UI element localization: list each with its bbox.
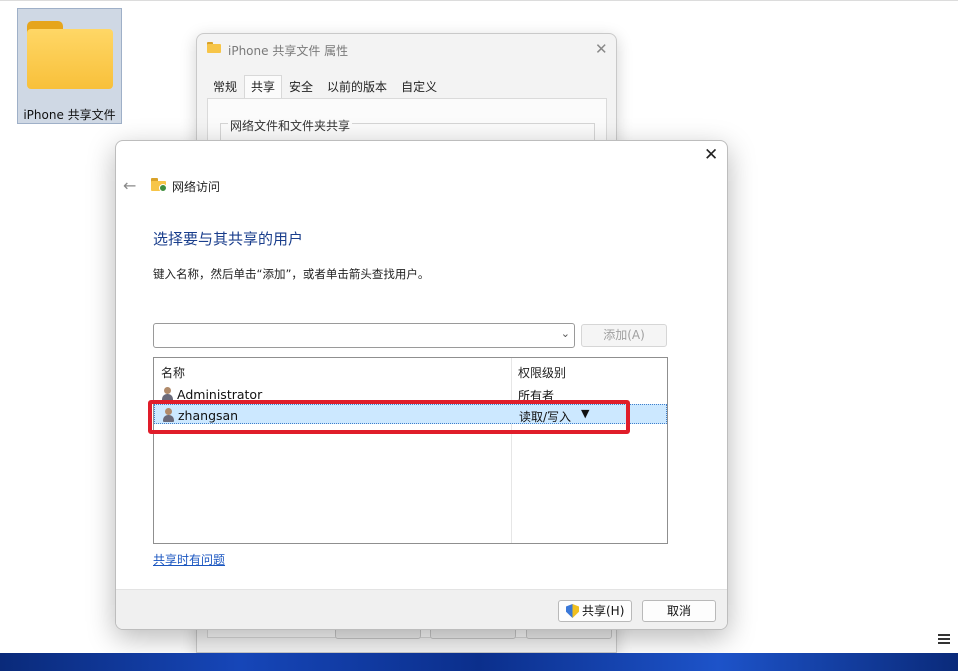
back-arrow-icon[interactable]: ← — [123, 176, 136, 195]
table-row-selected[interactable]: zhangsan 读取/写入 ▼ — [154, 404, 667, 424]
taskbar — [0, 653, 958, 671]
column-header-permission[interactable]: 权限级别 — [518, 364, 566, 381]
dialog-title: 网络访问 — [172, 180, 221, 194]
desktop-folder-icon[interactable]: iPhone 共享文件 — [17, 8, 122, 124]
instruction-text: 键入名称，然后单击“添加”，或者单击箭头查找用户。 — [153, 267, 430, 281]
user-list: 名称 权限级别 Administrator 所有者 zhangsan 读取/写入… — [153, 357, 668, 544]
menu-icon[interactable] — [938, 634, 950, 646]
user-name: Administrator — [177, 387, 263, 402]
share-button-label: 共享(H) — [582, 604, 625, 618]
user-name-combobox[interactable]: ⌄ — [153, 323, 575, 348]
properties-window-title: iPhone 共享文件 属性 — [228, 44, 349, 58]
tab-general[interactable]: 常规 — [206, 75, 244, 99]
share-button[interactable]: 共享(H) — [558, 600, 632, 622]
properties-tabs: 常规 共享 安全 以前的版本 自定义 — [206, 75, 444, 99]
permission-level[interactable]: 读取/写入 — [519, 408, 571, 425]
folder-label: iPhone 共享文件 — [23, 108, 116, 122]
help-link[interactable]: 共享时有问题 — [153, 551, 225, 568]
user-icon — [161, 387, 173, 401]
folder-icon — [207, 42, 221, 53]
chevron-down-icon[interactable]: ⌄ — [561, 327, 570, 340]
tab-previous-versions[interactable]: 以前的版本 — [320, 75, 394, 99]
dialog-footer: 共享(H) 取消 — [116, 589, 727, 629]
user-name: zhangsan — [178, 408, 239, 423]
user-icon — [162, 408, 174, 422]
cancel-button[interactable]: 取消 — [642, 600, 716, 622]
dropdown-arrow-icon[interactable]: ▼ — [581, 407, 589, 420]
tab-security[interactable]: 安全 — [282, 75, 320, 99]
permission-level: 所有者 — [518, 389, 555, 403]
add-button[interactable]: 添加(A) — [581, 324, 667, 347]
top-border — [0, 0, 958, 1]
tab-sharing[interactable]: 共享 — [244, 75, 283, 99]
shield-icon — [566, 604, 579, 618]
tab-customize[interactable]: 自定义 — [394, 75, 444, 99]
sharing-group-label: 网络文件和文件夹共享 — [228, 117, 353, 134]
folder-icon — [27, 21, 113, 89]
network-folder-icon — [151, 178, 167, 192]
page-title: 选择要与其共享的用户 — [153, 230, 304, 248]
list-header: 名称 权限级别 — [154, 358, 667, 382]
column-header-name[interactable]: 名称 — [161, 364, 185, 381]
close-icon[interactable]: ✕ — [704, 145, 718, 165]
table-row[interactable]: Administrator 所有者 — [154, 384, 667, 404]
network-access-dialog: ✕ ← 网络访问 选择要与其共享的用户 键入名称，然后单击“添加”，或者单击箭头… — [115, 140, 728, 630]
close-icon[interactable]: ✕ — [595, 40, 608, 58]
